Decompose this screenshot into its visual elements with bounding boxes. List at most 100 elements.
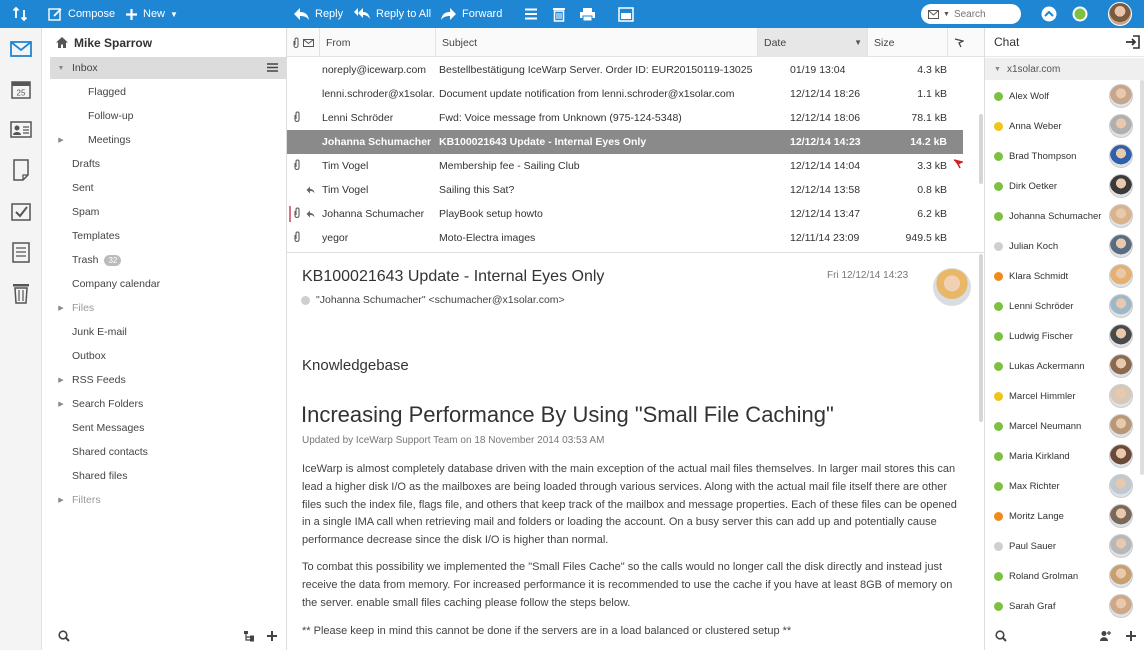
chat-contact-alex-wolf[interactable]: Alex Wolf (985, 81, 1144, 111)
folder-inbox[interactable]: ▼ Inbox (50, 57, 286, 79)
compose-button[interactable]: Compose (48, 0, 115, 28)
chat-contact-ludwig-fischer[interactable]: Ludwig Fischer (985, 321, 1144, 351)
search-icon[interactable] (995, 630, 1007, 642)
sync-icon[interactable] (12, 0, 28, 28)
new-button[interactable]: New ▼ (125, 0, 178, 28)
size-column-header[interactable]: Size (868, 28, 948, 57)
chat-contact-marcel-himmler[interactable]: Marcel Himmler (985, 381, 1144, 411)
message-row[interactable]: Johanna Schumacher KB100021643 Update - I… (287, 130, 963, 154)
message-row[interactable]: noreply@icewarp.com Bestellbestätigung Ic… (287, 58, 963, 82)
from-column-header[interactable]: From (320, 28, 436, 57)
chevron-right-icon[interactable]: ▶ (56, 496, 66, 504)
chevron-right-icon[interactable]: ▶ (56, 304, 66, 312)
chat-contact-moritz-lange[interactable]: Moritz Lange (985, 501, 1144, 531)
search-icon[interactable] (58, 630, 70, 642)
folder-search-folders[interactable]: ▶ Search Folders (42, 393, 286, 415)
message-from: Tim Vogel (322, 184, 369, 196)
contacts-icon[interactable] (10, 118, 32, 140)
reply-all-button[interactable]: Reply to All (354, 0, 431, 28)
chevron-right-icon[interactable]: ▶ (56, 400, 66, 408)
folder-sent[interactable]: Sent (42, 177, 286, 199)
user-avatar[interactable] (1108, 2, 1132, 26)
folder-meetings[interactable]: ▶ Meetings (42, 129, 286, 151)
subject-column-header[interactable]: Subject (436, 28, 758, 57)
folder-tree-icon[interactable] (243, 630, 255, 642)
search-input[interactable] (953, 8, 1020, 20)
folder-spam[interactable]: Spam (42, 201, 286, 223)
chat-contact-brad-thompson[interactable]: Brad Thompson (985, 141, 1144, 171)
sender-avatar[interactable] (933, 268, 971, 306)
list-scrollbar[interactable] (979, 114, 983, 184)
reply-button[interactable]: Reply (293, 0, 343, 28)
folder-sent-messages[interactable]: Sent Messages (42, 417, 286, 439)
folder-trash[interactable]: Trash 32 (42, 249, 286, 271)
preview-scrollbar[interactable] (979, 254, 983, 422)
chevron-right-icon[interactable]: ▶ (56, 376, 66, 384)
reply-all-label: Reply to All (376, 8, 432, 20)
folder-rss-feeds[interactable]: ▶ RSS Feeds (42, 369, 286, 391)
add-contact-icon[interactable] (1099, 630, 1111, 642)
chat-contact-anna-weber[interactable]: Anna Weber (985, 111, 1144, 141)
chat-contact-maria-kirkland[interactable]: Maria Kirkland (985, 441, 1144, 471)
notes-icon[interactable] (10, 159, 32, 181)
folder-shared-files[interactable]: Shared files (42, 465, 286, 487)
message-row[interactable]: Tim Vogel Membership fee - Sailing Club 12… (287, 154, 963, 178)
calendar-icon[interactable]: 25 (10, 78, 32, 100)
chat-contact-paul-sauer[interactable]: Paul Sauer (985, 531, 1144, 561)
folder-menu-icon[interactable] (267, 63, 278, 75)
contact-name: Dirk Oetker (1009, 180, 1058, 192)
chat-contact-marcel-neumann[interactable]: Marcel Neumann (985, 411, 1144, 441)
message-row[interactable]: lenni.schroder@x1solar.c Document update … (287, 82, 963, 106)
delete-icon[interactable] (552, 0, 566, 28)
chat-contact-klara-schmidt[interactable]: Klara Schmidt (985, 261, 1144, 291)
chevron-down-icon[interactable]: ▼ (56, 65, 66, 72)
preview-pane-icon[interactable] (618, 0, 634, 28)
forward-button[interactable]: Forward (440, 0, 502, 28)
preview-from[interactable]: "Johanna Schumacher" <schumacher@x1solar… (301, 294, 565, 306)
folder-follow-up[interactable]: Follow-up (42, 105, 286, 127)
tasks-icon[interactable] (10, 200, 32, 222)
message-row[interactable]: Johanna Schumacher PlayBook setup howto 12… (287, 202, 963, 226)
trash-icon[interactable] (10, 282, 32, 304)
chat-contact-sarah-graf[interactable]: Sarah Graf (985, 591, 1144, 621)
folder-shared-contacts[interactable]: Shared contacts (42, 441, 286, 463)
status-online-icon[interactable] (1072, 0, 1088, 28)
mail-icon[interactable] (10, 38, 32, 60)
chat-contact-roland-grolman[interactable]: Roland Grolman (985, 561, 1144, 591)
color-tag (289, 206, 291, 222)
menu-icon[interactable] (524, 0, 538, 28)
presence-status-icon (994, 391, 1003, 401)
folder-drafts[interactable]: Drafts (42, 153, 286, 175)
search-box[interactable]: ▼ (921, 4, 1021, 24)
folder-templates[interactable]: Templates (42, 225, 286, 247)
message-row[interactable]: yegor Moto-Electra images 12/11/14 23:09 94… (287, 226, 963, 250)
chat-contact-lenni-schr-der[interactable]: Lenni Schröder (985, 291, 1144, 321)
add-icon[interactable] (1125, 630, 1137, 642)
print-icon[interactable] (579, 0, 596, 28)
upload-icon[interactable] (1041, 0, 1057, 28)
folder-company-calendar[interactable]: Company calendar (42, 273, 286, 295)
chat-contact-johanna-schumacher[interactable]: Johanna Schumacher (985, 201, 1144, 231)
journal-icon[interactable] (10, 241, 32, 263)
folder-filters[interactable]: ▶ Filters (42, 489, 286, 511)
sign-in-icon[interactable] (1125, 35, 1140, 49)
chevron-right-icon[interactable]: ▶ (56, 136, 66, 144)
date-column-header[interactable]: Date ▼ (758, 28, 868, 57)
chat-contact-dirk-oetker[interactable]: Dirk Oetker (985, 171, 1144, 201)
attach-mail-column[interactable] (287, 28, 320, 57)
folder-junk-e-mail[interactable]: Junk E-mail (42, 321, 286, 343)
folder-flagged[interactable]: Flagged (42, 81, 286, 103)
chat-domain-group[interactable]: ▼ x1solar.com (985, 58, 1144, 80)
flag-column-header[interactable] (948, 28, 984, 57)
folder-files[interactable]: ▶ Files (42, 297, 286, 319)
add-folder-icon[interactable] (266, 630, 278, 642)
chat-scrollbar[interactable] (1140, 80, 1144, 475)
folder-outbox[interactable]: Outbox (42, 345, 286, 367)
message-row[interactable]: Tim Vogel Sailing this Sat? 12/12/14 13:58… (287, 178, 963, 202)
chat-contact-max-richter[interactable]: Max Richter (985, 471, 1144, 501)
red-flag-icon[interactable] (953, 159, 963, 172)
message-row[interactable]: Lenni Schröder Fwd: Voice message from Un… (287, 106, 963, 130)
account-header[interactable]: Mike Sparrow (42, 28, 286, 57)
chat-contact-julian-koch[interactable]: Julian Koch (985, 231, 1144, 261)
chat-contact-lukas-ackermann[interactable]: Lukas Ackermann (985, 351, 1144, 381)
